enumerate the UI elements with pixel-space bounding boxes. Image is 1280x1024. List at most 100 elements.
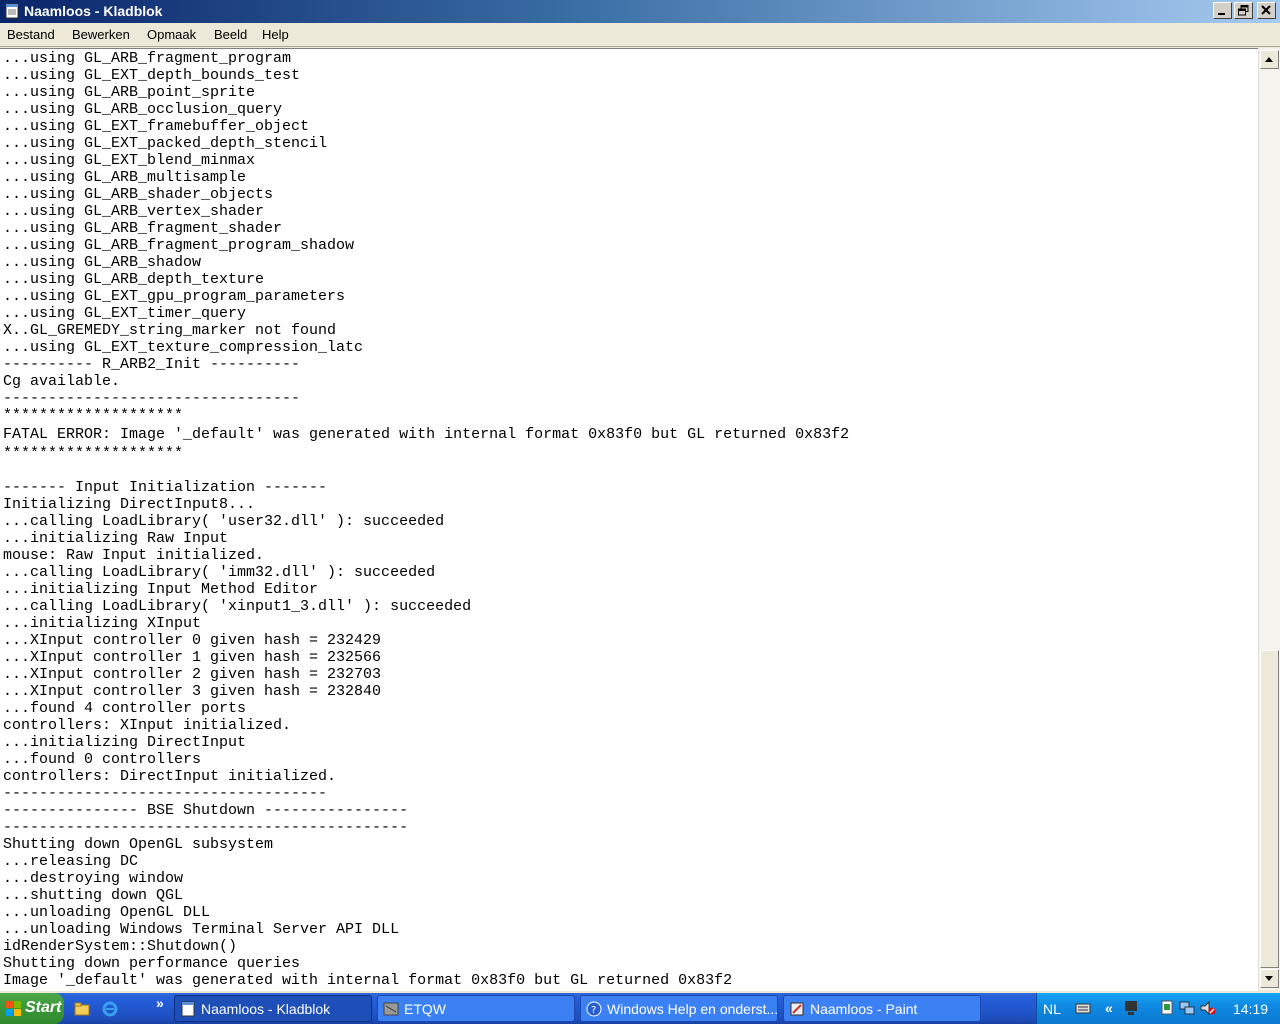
network-icon[interactable] — [1179, 1000, 1195, 1016]
documents-icon[interactable] — [1159, 1000, 1175, 1016]
taskbar-button-label: ETQW — [404, 1001, 446, 1017]
text-line: ---------- R_ARB2_Init ---------- — [3, 356, 301, 373]
text-line: ...calling LoadLibrary( 'xinput1_3.dll' … — [3, 598, 472, 615]
text-line: ...initializing Raw Input — [3, 530, 229, 547]
text-line: ...using GL_EXT_texture_compression_latc — [3, 339, 364, 356]
text-line: ...using GL_ARB_shader_objects — [3, 186, 274, 203]
minimize-icon — [1218, 13, 1225, 15]
minimize-button[interactable] — [1213, 2, 1232, 19]
text-line: ----------------------------------------… — [3, 819, 409, 836]
menu-help[interactable]: Help — [262, 27, 289, 42]
keyboard-icon[interactable] — [1075, 1000, 1091, 1016]
text-line: Shutting down performance queries — [3, 955, 301, 972]
text-line: Cg available. — [3, 373, 121, 390]
scroll-down-button[interactable] — [1260, 969, 1279, 988]
text-line: ...unloading Windows Terminal Server API… — [3, 921, 400, 938]
text-line: ...XInput controller 2 given hash = 2327… — [3, 666, 382, 683]
text-line: mouse: Raw Input initialized. — [3, 547, 265, 564]
text-line: ...using GL_ARB_shadow — [3, 254, 202, 271]
text-line: ...using GL_EXT_timer_query — [3, 305, 247, 322]
text-line: ...using GL_EXT_framebuffer_object — [3, 118, 310, 135]
clock[interactable]: 14:19 — [1233, 1001, 1268, 1017]
text-line: ...using GL_EXT_gpu_program_parameters — [3, 288, 346, 305]
paint-icon — [790, 1002, 804, 1016]
text-line: FATAL ERROR: Image '_default' was genera… — [3, 426, 850, 443]
text-line: idRenderSystem::Shutdown() — [3, 938, 238, 955]
language-indicator[interactable]: NL — [1043, 1001, 1061, 1017]
start-label: Start — [25, 999, 62, 1016]
arrow-up-icon — [1265, 57, 1273, 62]
restore-icon — [1238, 5, 1249, 16]
taskbar-button-1[interactable]: Naamloos - Kladblok — [174, 995, 372, 1022]
text-line: ...releasing DC — [3, 853, 139, 870]
text-line: ...using GL_ARB_vertex_shader — [3, 203, 265, 220]
text-line: ...calling LoadLibrary( 'imm32.dll' ): s… — [3, 564, 436, 581]
text-line: ...found 4 controller ports — [3, 700, 247, 717]
text-line: ...found 0 controllers — [3, 751, 202, 768]
text-line: ...initializing XInput — [3, 615, 202, 632]
text-line: controllers: XInput initialized. — [3, 717, 292, 734]
close-button[interactable] — [1257, 2, 1276, 19]
text-line: ******************** — [3, 407, 184, 424]
tray-expand-icon[interactable]: « — [1105, 1000, 1113, 1016]
taskbar-button-2[interactable]: ETQW — [377, 995, 575, 1022]
text-line: ...XInput controller 0 given hash = 2324… — [3, 632, 382, 649]
text-line: --------------- BSE Shutdown -----------… — [3, 802, 409, 819]
text-line: ...using GL_ARB_occlusion_query — [3, 101, 283, 118]
quick-launch-chevron-icon[interactable]: » — [156, 995, 164, 1011]
scroll-thumb[interactable] — [1260, 650, 1279, 968]
windows-flag-icon — [6, 1001, 21, 1016]
menu-bestand[interactable]: Bestand — [7, 27, 55, 42]
text-line: ...using GL_ARB_fragment_program_shadow — [3, 237, 355, 254]
computer-icon[interactable] — [1123, 1000, 1139, 1016]
taskbar-button-label: Naamloos - Kladblok — [201, 1001, 331, 1017]
menu-beeld[interactable]: Beeld — [214, 27, 247, 42]
text-line: ...shutting down QGL — [3, 887, 184, 904]
text-line: ******************** — [3, 445, 184, 462]
internet-explorer-icon[interactable] — [102, 1001, 118, 1017]
system-tray: NL « 14:19 — [1036, 993, 1280, 1024]
text-editor[interactable]: ...using GL_ARB_fragment_program ...using… — [0, 48, 1258, 991]
help-icon: ? — [586, 1001, 602, 1017]
text-line: ...using GL_ARB_multisample — [3, 169, 247, 186]
text-line: ...using GL_ARB_depth_texture — [3, 271, 265, 288]
text-line: ...using GL_EXT_blend_minmax — [3, 152, 256, 169]
scroll-up-button[interactable] — [1260, 50, 1279, 69]
text-line: ...calling LoadLibrary( 'user32.dll' ): … — [3, 513, 445, 530]
volume-muted-icon[interactable] — [1200, 1000, 1216, 1016]
text-line: ...using GL_ARB_point_sprite — [3, 84, 256, 101]
text-line: Image '_default' was generated with inte… — [3, 972, 733, 989]
text-line: ...initializing Input Method Editor — [3, 581, 319, 598]
menu-bewerken[interactable]: Bewerken — [72, 27, 130, 42]
quick-launch-folder-icon[interactable] — [74, 1001, 90, 1017]
close-icon — [1261, 5, 1271, 15]
taskbar-button-label: Naamloos - Paint — [810, 1001, 918, 1017]
text-line: Shutting down OpenGL subsystem — [3, 836, 274, 853]
title-bar[interactable]: Naamloos - Kladblok — [0, 0, 1280, 23]
arrow-down-icon — [1265, 976, 1273, 981]
text-line: ------------------------------------ — [3, 785, 328, 802]
text-line: ...destroying window — [3, 870, 184, 887]
notepad-icon — [5, 3, 19, 19]
text-line: ...initializing DirectInput — [3, 734, 247, 751]
text-line: ------- Input Initialization ------- — [3, 479, 328, 496]
text-line: Initializing DirectInput8... — [3, 496, 256, 513]
window-title: Naamloos - Kladblok — [24, 3, 163, 19]
notepad-icon — [181, 1001, 195, 1017]
text-line: ...using GL_EXT_depth_bounds_test — [3, 67, 301, 84]
taskbar: Start » Naamloos - Kladblok ETQW? Windows … — [0, 993, 1280, 1024]
taskbar-button-4[interactable]: Naamloos - Paint — [783, 995, 981, 1022]
start-button[interactable]: Start — [0, 993, 64, 1024]
taskbar-button-label: Windows Help en onderst... — [607, 1001, 778, 1017]
menu-opmaak[interactable]: Opmaak — [147, 27, 196, 42]
text-line: controllers: DirectInput initialized. — [3, 768, 337, 785]
restore-button[interactable] — [1234, 2, 1253, 19]
vertical-scrollbar[interactable] — [1258, 48, 1280, 990]
text-line: --------------------------------- — [3, 390, 301, 407]
text-line: ...using GL_ARB_fragment_program — [3, 50, 292, 67]
text-line: ...XInput controller 1 given hash = 2325… — [3, 649, 382, 666]
text-line: X..GL_GREMEDY_string_marker not found — [3, 322, 337, 339]
taskbar-button-3[interactable]: ? Windows Help en onderst... — [580, 995, 778, 1022]
text-line: ...XInput controller 3 given hash = 2328… — [3, 683, 382, 700]
text-line: ...unloading OpenGL DLL — [3, 904, 211, 921]
